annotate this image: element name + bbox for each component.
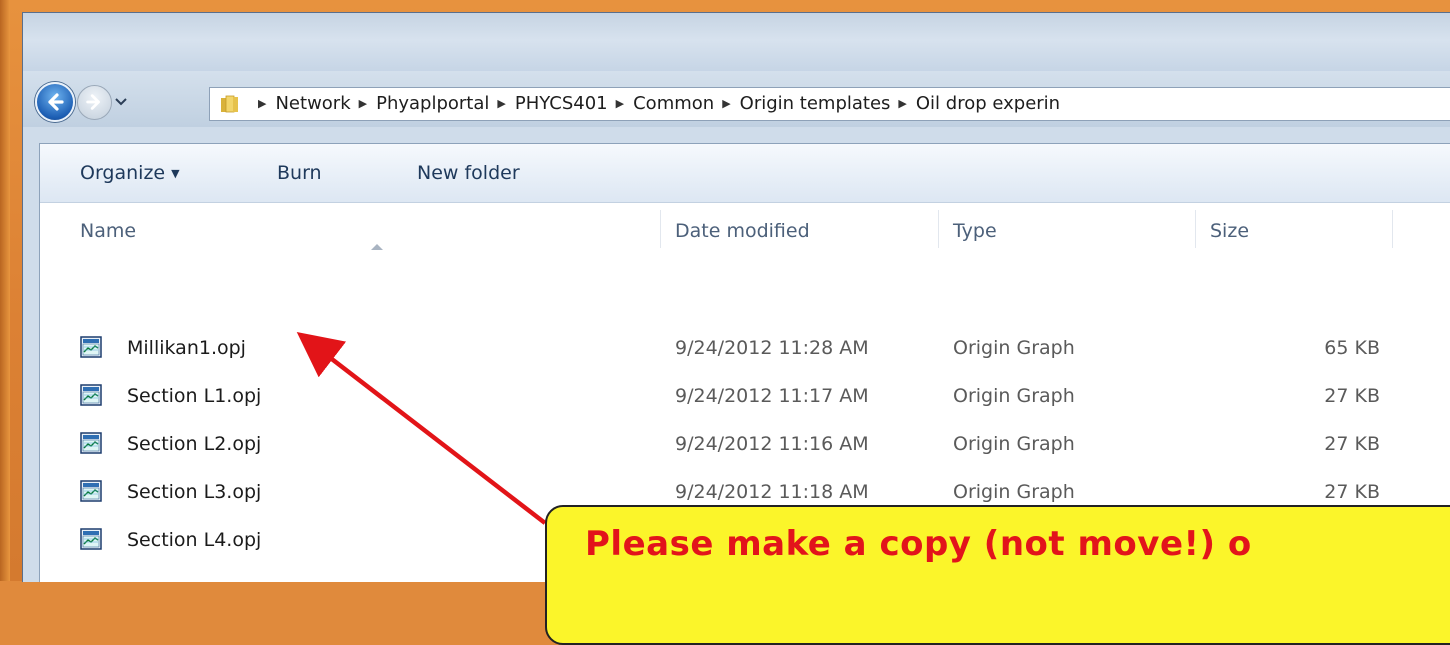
origin-graph-file-icon [80, 336, 102, 358]
breadcrumb-item[interactable]: PHYCS401 [515, 93, 608, 114]
breadcrumb-item[interactable]: Network [275, 93, 350, 114]
back-arrow-icon [48, 93, 64, 111]
breadcrumb-item[interactable]: Common [633, 93, 714, 114]
breadcrumb-item[interactable]: Origin templates [740, 93, 891, 114]
file-type: Origin Graph [953, 337, 1075, 359]
slide-edge-stripe [0, 0, 10, 581]
breadcrumb-separator-icon[interactable]: ▶ [616, 97, 624, 110]
recent-pages-dropdown-icon[interactable] [114, 96, 128, 108]
table-row[interactable]: Millikan1.opj 9/24/2012 11:28 AM Origin Gr… [40, 328, 1450, 376]
forward-button[interactable] [77, 85, 112, 120]
breadcrumb-item[interactable]: Oil drop experin [916, 93, 1060, 114]
address-bar[interactable]: ▶ Network ▶ Phyaplportal ▶ PHYCS401 ▶ Common ▶ Or… [209, 87, 1450, 121]
file-type: Origin Graph [953, 433, 1075, 455]
instruction-callout: Please make a copy (not move!) o [545, 505, 1450, 645]
breadcrumb-separator-icon[interactable]: ▶ [258, 97, 266, 110]
origin-graph-file-icon [80, 528, 102, 550]
breadcrumb-separator-icon[interactable]: ▶ [898, 97, 906, 110]
back-button[interactable] [35, 82, 75, 122]
forward-arrow-icon [86, 94, 100, 110]
breadcrumb-item[interactable]: Phyaplportal [376, 93, 489, 114]
sort-ascending-icon [371, 244, 383, 250]
column-header-date-modified[interactable]: Date modified [675, 202, 810, 260]
breadcrumb-separator-icon[interactable]: ▶ [359, 97, 367, 110]
chevron-down-icon: ▼ [171, 167, 180, 180]
burn-button[interactable]: Burn [277, 144, 322, 202]
column-divider[interactable] [938, 210, 939, 248]
breadcrumb-separator-icon[interactable]: ▶ [722, 97, 730, 110]
organize-button[interactable]: Organize ▼ [80, 144, 180, 202]
file-date-modified: 9/24/2012 11:28 AM [675, 337, 869, 359]
origin-graph-file-icon [80, 432, 102, 454]
folder-icon [221, 95, 238, 113]
file-name[interactable]: Section L3.opj [127, 472, 261, 512]
column-divider[interactable] [1392, 210, 1393, 248]
file-name[interactable]: Section L4.opj [127, 520, 261, 560]
file-size: 65 KB [1324, 337, 1380, 359]
callout-text: Please make a copy (not move!) o [585, 524, 1252, 564]
column-header-size[interactable]: Size [1210, 202, 1249, 260]
column-divider[interactable] [660, 210, 661, 248]
file-date-modified: 9/24/2012 11:16 AM [675, 433, 869, 455]
origin-graph-file-icon [80, 480, 102, 502]
file-type: Origin Graph [953, 385, 1075, 407]
column-divider[interactable] [1195, 210, 1196, 248]
file-size: 27 KB [1324, 433, 1380, 455]
file-date-modified: 9/24/2012 11:17 AM [675, 385, 869, 407]
file-name[interactable]: Millikan1.opj [127, 328, 246, 368]
organize-label: Organize [80, 162, 166, 184]
table-row[interactable]: Section L2.opj 9/24/2012 11:16 AM Origin G… [40, 424, 1450, 472]
breadcrumb-separator-icon[interactable]: ▶ [497, 97, 505, 110]
breadcrumb: ▶ Network ▶ Phyaplportal ▶ PHYCS401 ▶ Common ▶ Or… [250, 88, 1060, 120]
new-folder-button[interactable]: New folder [417, 144, 520, 202]
origin-graph-file-icon [80, 384, 102, 406]
command-bar: Organize ▼ Burn New folder [40, 144, 1450, 203]
file-name[interactable]: Section L2.opj [127, 424, 261, 464]
file-size: 27 KB [1324, 385, 1380, 407]
file-name[interactable]: Section L1.opj [127, 376, 261, 416]
explorer-window: ▶ Network ▶ Phyaplportal ▶ PHYCS401 ▶ Common ▶ Or… [22, 12, 1450, 582]
column-header-name[interactable]: Name [80, 202, 136, 260]
table-row[interactable]: Section L1.opj 9/24/2012 11:17 AM Origin G… [40, 376, 1450, 424]
column-header-type[interactable]: Type [953, 202, 997, 260]
